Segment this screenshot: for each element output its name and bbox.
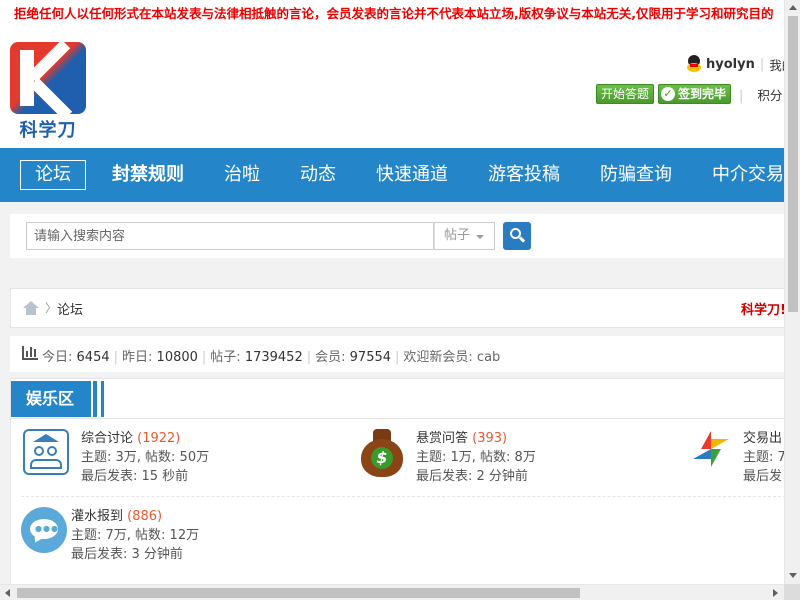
nav-item-fraud-check[interactable]: 防骗查询	[600, 148, 672, 202]
chat-bubble-icon: ●●●	[21, 507, 67, 553]
people-discussion-icon	[23, 429, 69, 475]
my-link[interactable]: 我的	[769, 55, 784, 74]
breadcrumb-site-name: 科学刀!	[741, 303, 784, 318]
forum-count: (886)	[127, 509, 163, 524]
nav-item-activity[interactable]: 动态	[300, 148, 336, 202]
site-logo[interactable]: 科学刀	[10, 42, 88, 141]
forum-stats-line: 主题: 7万, 帖数: 12万	[71, 528, 200, 543]
horizontal-scrollbar[interactable]	[0, 584, 784, 600]
search-input[interactable]	[26, 222, 434, 250]
check-icon: ✓	[661, 87, 676, 101]
page-viewport: 拒绝任何人以任何形式在本站发表与法律相抵触的言论，会员发表的言论并不代表本站立场…	[0, 0, 784, 584]
bar-chart-icon	[22, 346, 38, 360]
points-divider: | 积分	[739, 87, 783, 104]
signed-in-label: 签到完毕	[678, 87, 727, 101]
forum-name[interactable]: 悬赏问答	[416, 431, 468, 446]
breadcrumb: 〉 论坛 科学刀!	[10, 288, 784, 328]
horizontal-scroll-thumb[interactable]	[17, 588, 580, 598]
nav-item-quick-access[interactable]: 快速通道	[376, 148, 448, 202]
forum-stats-line: 主题: 3万, 帖数: 50万	[81, 450, 210, 465]
forum-count: (393)	[472, 431, 508, 446]
start-quiz-button[interactable]: 开始答题	[596, 84, 655, 104]
yesterday-count: 10800	[156, 350, 198, 365]
members-count: 97554	[349, 350, 392, 365]
scroll-left-icon[interactable]	[5, 589, 10, 597]
main-nav: 论坛 封禁规则 治啦 动态 快速通道 游客投稿 防骗查询 中介交易	[0, 148, 784, 202]
forum-last-post[interactable]: 最后发表: 15 秒前	[81, 467, 209, 486]
members-label: 会员:	[315, 350, 346, 365]
breadcrumb-separator-icon: 〉	[45, 301, 58, 315]
qq-icon	[686, 55, 702, 73]
pinwheel-icon	[691, 429, 733, 471]
welcome-new-member[interactable]: 欢迎新会员: cab	[403, 350, 500, 365]
legal-notice: 拒绝任何人以任何形式在本站发表与法律相抵触的言论，会员发表的言论并不代表本站立场…	[0, 0, 784, 28]
vertical-scrollbar[interactable]	[784, 0, 800, 584]
scroll-right-icon[interactable]	[773, 589, 778, 597]
forum-name[interactable]: 综合讨论	[81, 431, 133, 446]
section-header: 娱乐区	[11, 379, 784, 419]
search-type-label: 帖子	[444, 228, 471, 243]
points-link[interactable]: 积分	[757, 88, 782, 103]
vertical-scroll-thumb[interactable]	[788, 16, 798, 312]
today-label: 今日:	[42, 350, 73, 365]
scroll-up-icon[interactable]	[789, 5, 797, 10]
scroll-down-icon[interactable]	[789, 573, 797, 578]
user-bar: hyolyn | 我的	[686, 54, 784, 74]
scrollbar-corner	[784, 584, 800, 600]
forum-stats-line: 主题: 1万, 帖数: 8万	[416, 450, 536, 465]
section-title[interactable]: 娱乐区	[11, 381, 91, 417]
forum-item[interactable]: $ 悬赏问答 (393) 主题: 1万, 帖数: 8万 最后发表: 2 分钟前	[359, 429, 679, 489]
site-header: 科学刀 hyolyn | 我的 开始答题 ✓ 签到完毕 |积分	[0, 28, 784, 148]
search-button[interactable]	[503, 222, 531, 250]
logo-text: 科学刀	[19, 120, 77, 141]
today-count: 6454	[76, 350, 110, 365]
forum-item[interactable]: 交易出 主题: 7 最后发	[691, 429, 784, 489]
posts-count: 1739452	[244, 350, 303, 365]
nav-item-forum[interactable]: 论坛	[20, 160, 86, 190]
user-divider: |	[759, 56, 765, 72]
forum-section-entertainment: 娱乐区 综合讨论 (1922) 主题: 3万, 帖数: 50万 最后发表: 15…	[10, 378, 784, 584]
logo-k-icon	[10, 42, 86, 114]
money-bag-icon: $	[359, 429, 405, 479]
nav-item-escrow-trade[interactable]: 中介交易	[712, 148, 784, 202]
forum-count: (1922)	[137, 431, 181, 446]
header-buttons: 开始答题 ✓ 签到完毕 | 积分	[596, 84, 782, 104]
forum-last-post[interactable]: 最后发表: 3 分钟前	[71, 545, 199, 564]
nav-item-guest-submission[interactable]: 游客投稿	[488, 148, 560, 202]
forum-stats-line: 主题: 7	[743, 450, 784, 465]
signed-in-button[interactable]: ✓ 签到完毕	[658, 84, 732, 104]
nav-item-ban-rules[interactable]: 封禁规则	[112, 148, 184, 202]
forum-row-divider	[21, 496, 784, 497]
search-bar: 帖子	[10, 214, 784, 258]
forum-name[interactable]: 交易出	[743, 431, 782, 446]
forum-item[interactable]: ●●● 灌水报到 (886) 主题: 7万, 帖数: 12万 最后发表: 3 分…	[21, 507, 341, 567]
stats-text: 今日: 6454 | 昨日: 10800 | 帖子: 1739452 | 会员: 97554…	[42, 350, 501, 365]
caret-down-icon	[476, 235, 484, 239]
home-icon[interactable]	[23, 301, 39, 315]
username-link[interactable]: hyolyn	[706, 57, 755, 72]
search-type-select[interactable]: 帖子	[434, 222, 495, 250]
forum-stats: 今日: 6454 | 昨日: 10800 | 帖子: 1739452 | 会员: 97554…	[10, 336, 784, 372]
forum-last-post[interactable]: 最后发表: 2 分钟前	[416, 467, 536, 486]
forum-last-post[interactable]: 最后发	[743, 467, 784, 486]
posts-label: 帖子:	[210, 350, 241, 365]
forum-item[interactable]: 综合讨论 (1922) 主题: 3万, 帖数: 50万 最后发表: 15 秒前	[23, 429, 343, 489]
yesterday-label: 昨日:	[122, 350, 153, 365]
nav-item-zhila[interactable]: 治啦	[224, 148, 260, 202]
breadcrumb-current[interactable]: 论坛	[57, 299, 83, 318]
forum-name[interactable]: 灌水报到	[71, 509, 123, 524]
